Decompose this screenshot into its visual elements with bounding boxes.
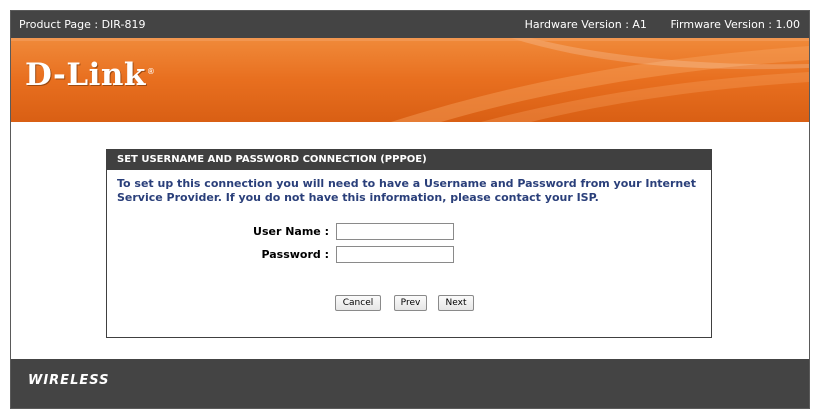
logo-text: D-Link (25, 57, 146, 93)
trademark-mark: ® (146, 66, 156, 76)
product-page-label: Product Page : DIR-819 (19, 18, 146, 31)
panel-title: SET USERNAME AND PASSWORD CONNECTION (PP… (107, 150, 711, 170)
instruction-text: To set up this connection you will need … (117, 177, 696, 204)
dlink-logo: D-Link® (25, 57, 155, 93)
username-row: User Name : (179, 223, 329, 241)
firmware-version: Firmware Version : 1.00 (670, 18, 800, 31)
hardware-version: Hardware Version : A1 (524, 18, 647, 31)
pppoe-setup-panel: SET USERNAME AND PASSWORD CONNECTION (PP… (106, 149, 712, 338)
password-row: Password : (179, 246, 329, 264)
cancel-button[interactable]: Cancel (335, 295, 381, 311)
prev-button[interactable]: Prev (394, 295, 427, 311)
wireless-label: WIRELESS (28, 373, 110, 388)
username-input[interactable] (336, 223, 454, 240)
username-label: User Name : (253, 225, 329, 238)
top-info-bar: Product Page : DIR-819 Hardware Version … (11, 11, 809, 38)
footer-bar: WIRELESS (11, 359, 809, 408)
next-button[interactable]: Next (438, 295, 474, 311)
content-area: SET USERNAME AND PASSWORD CONNECTION (PP… (11, 122, 809, 359)
version-info: Hardware Version : A1 Firmware Version :… (525, 11, 800, 38)
brand-banner: D-Link® (11, 38, 809, 122)
router-setup-window: Product Page : DIR-819 Hardware Version … (10, 10, 810, 409)
password-input[interactable] (336, 246, 454, 263)
password-label: Password : (261, 248, 329, 261)
